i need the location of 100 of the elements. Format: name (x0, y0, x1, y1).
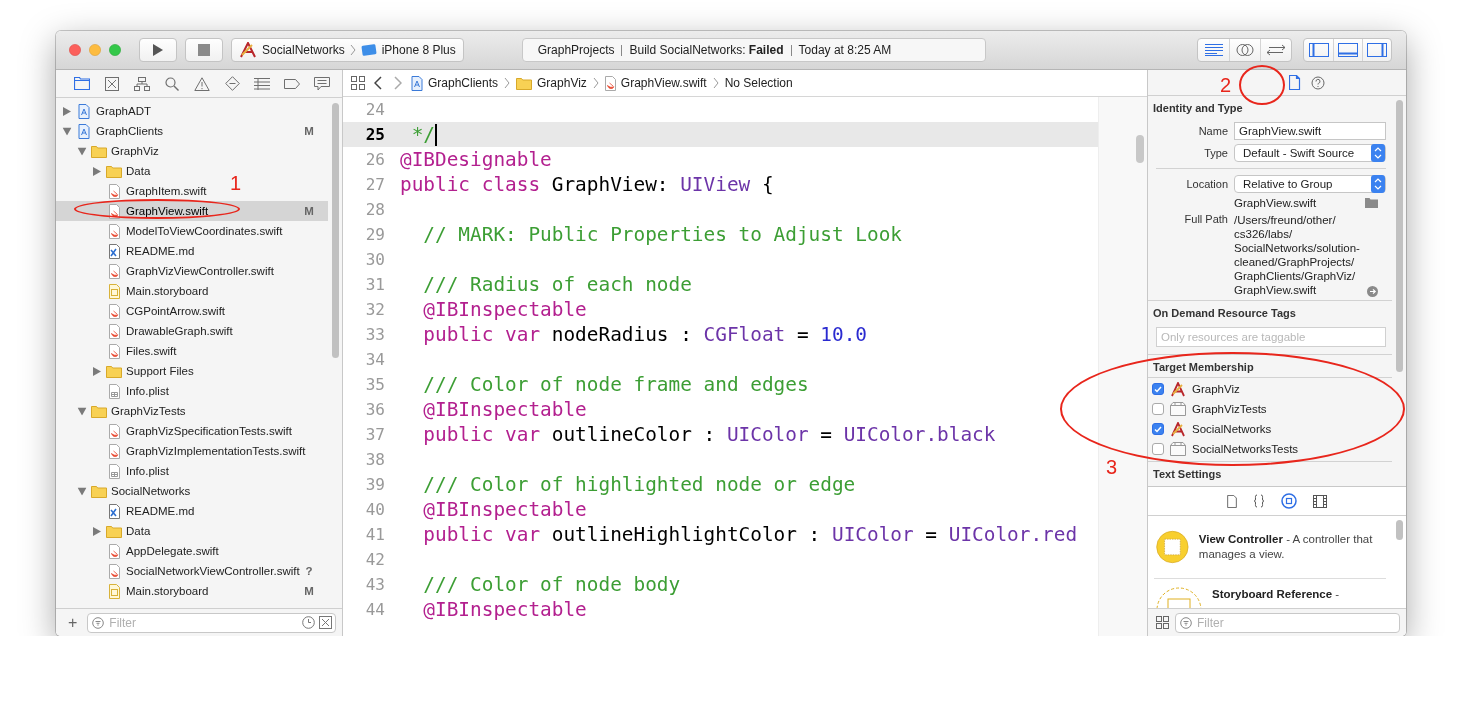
clock-icon[interactable] (302, 615, 315, 629)
disclosure-triangle-icon[interactable] (77, 147, 87, 155)
path-item[interactable]: No Selection (724, 76, 793, 90)
scm-status: ? (304, 565, 314, 577)
grid-icon[interactable] (351, 76, 365, 90)
line-number: 35 (364, 375, 385, 394)
arrows-icon (1266, 44, 1286, 56)
disclosure-triangle-icon[interactable] (93, 166, 101, 176)
path-item[interactable]: GraphClients (411, 75, 499, 91)
line-number: 39 (364, 475, 385, 494)
tree-item[interactable]: ModelToViewCoordinates.swift (56, 221, 297, 241)
checkbox[interactable] (1152, 423, 1164, 435)
folder-icon[interactable] (1365, 198, 1378, 208)
tree-item[interactable]: GraphVizViewController.swift (56, 261, 288, 281)
name-field[interactable]: GraphView.swift (1234, 122, 1386, 140)
tree-item[interactable]: README.md (56, 241, 209, 261)
code-text: public var nodeRadius : CGFloat = 10.0 (422, 323, 867, 346)
tree-item[interactable]: SocialNetworks (56, 481, 205, 501)
swift-file-icon (108, 183, 120, 199)
scrollbar-thumb[interactable] (1396, 100, 1403, 372)
tree-item[interactable]: GraphADT (56, 101, 165, 121)
line-number: 29 (364, 225, 385, 244)
back-button[interactable] (371, 76, 385, 90)
arrow-circle-icon[interactable] (1367, 286, 1378, 297)
scrollbar-thumb[interactable] (332, 103, 339, 358)
inspector-tab[interactable] (1311, 75, 1325, 90)
code-text: /// Color of node frame and edges (422, 373, 809, 396)
tree-item[interactable]: SocialNetworkViewController.swift ? (56, 561, 328, 581)
diamond-icon (224, 76, 240, 91)
library-tab[interactable] (1281, 493, 1297, 509)
library-item-description: View Controller - A controller that manages a view. (1198, 532, 1374, 562)
filter-icon (1180, 616, 1192, 629)
run-button[interactable] (139, 38, 177, 62)
search-icon (165, 76, 179, 91)
add-button[interactable]: + (64, 613, 82, 632)
disclosure-triangle-icon[interactable] (93, 526, 101, 536)
library-tab[interactable] (1253, 494, 1265, 508)
library-tab[interactable] (1227, 494, 1237, 508)
tree-item[interactable]: GraphVizTests (56, 401, 200, 421)
disclosure-triangle-icon[interactable] (62, 127, 72, 135)
code-text: // MARK: Public Properties to Adjust Look (422, 223, 902, 246)
library-tab[interactable] (1313, 494, 1327, 508)
chevron-icon (712, 77, 719, 89)
tree-item[interactable]: Main.storyboard M (56, 581, 328, 601)
stop-button[interactable] (185, 38, 223, 62)
tree-item[interactable]: Files.swift (56, 341, 191, 361)
device-icon (360, 43, 377, 57)
filter-field[interactable]: Filter (87, 612, 336, 633)
tree-item[interactable]: Support Files (56, 361, 208, 381)
checkbox[interactable] (1152, 383, 1164, 395)
full-path: /Users/freund/other/ cs326/labs/ SocialNetworks/solution- cleaned/GraphProjects/ GraphClients/GraphViz/ GraphView.swift (1234, 213, 1361, 297)
swift-file-icon (108, 303, 120, 319)
tree-item[interactable]: GraphClients M (56, 121, 328, 141)
swift-file-icon (108, 563, 120, 579)
tree-item[interactable]: GraphVizSpecificationTests.swift (56, 421, 306, 441)
plist-file-icon (108, 383, 120, 399)
path-item[interactable]: GraphViz (516, 76, 587, 90)
tree-item[interactable]: Data (56, 161, 165, 181)
tree-item[interactable]: Info.plist (56, 381, 183, 401)
tree-item[interactable]: GraphView.swift M (56, 201, 328, 221)
location-popup[interactable]: Relative to Group (1234, 175, 1386, 193)
folder-icon (106, 524, 122, 538)
line-number: 37 (364, 425, 385, 444)
close-button[interactable] (69, 44, 81, 56)
type-popup[interactable]: Default - Swift Source (1234, 144, 1386, 162)
tags-field[interactable]: Only resources are taggable (1156, 327, 1386, 347)
path-item[interactable]: GraphView.swift (604, 75, 707, 91)
square-x-icon[interactable] (319, 615, 332, 629)
tree-item[interactable]: README.md (56, 501, 209, 521)
tree-item[interactable]: DrawableGraph.swift (56, 321, 247, 341)
inspector-tab[interactable] (1289, 75, 1301, 90)
disclosure-triangle-icon[interactable] (77, 487, 87, 495)
project-file-icon (78, 103, 90, 119)
folder-icon (516, 76, 533, 90)
scheme-selector[interactable]: SocialNetworks iPhone 8 Plus (231, 38, 464, 62)
tree-item[interactable]: Data (56, 521, 165, 541)
tree-item[interactable]: Info.plist (56, 461, 183, 481)
forward-button[interactable] (391, 76, 405, 90)
swift-file-icon (108, 543, 120, 559)
disclosure-triangle-icon[interactable] (93, 366, 101, 376)
chevron-icon (504, 77, 511, 89)
scrollbar-thumb[interactable] (1396, 520, 1403, 540)
checkbox[interactable] (1152, 443, 1164, 455)
swift-file-icon (604, 75, 616, 91)
tree-item[interactable]: GraphItem.swift (56, 181, 221, 201)
section-title: On Demand Resource Tags (1152, 306, 1297, 321)
tree-item[interactable]: CGPointArrow.swift (56, 301, 240, 321)
target-name: SocialNetworks (1192, 423, 1272, 435)
tree-item[interactable]: AppDelegate.swift (56, 541, 233, 561)
tree-item[interactable]: Main.storyboard (56, 281, 223, 301)
filter-field[interactable]: Filter (1175, 612, 1400, 633)
scrollbar-thumb[interactable] (1136, 135, 1144, 163)
disclosure-triangle-icon[interactable] (77, 407, 87, 415)
tree-item[interactable]: GraphVizImplementationTests.swift (56, 441, 320, 461)
checkbox[interactable] (1152, 403, 1164, 415)
build-status: Build SocialNetworks: Failed (628, 43, 785, 57)
swift-file-icon (108, 443, 120, 459)
tree-item[interactable]: GraphViz (56, 141, 173, 161)
disclosure-triangle-icon[interactable] (63, 106, 71, 116)
grid-icon[interactable] (1156, 616, 1169, 629)
